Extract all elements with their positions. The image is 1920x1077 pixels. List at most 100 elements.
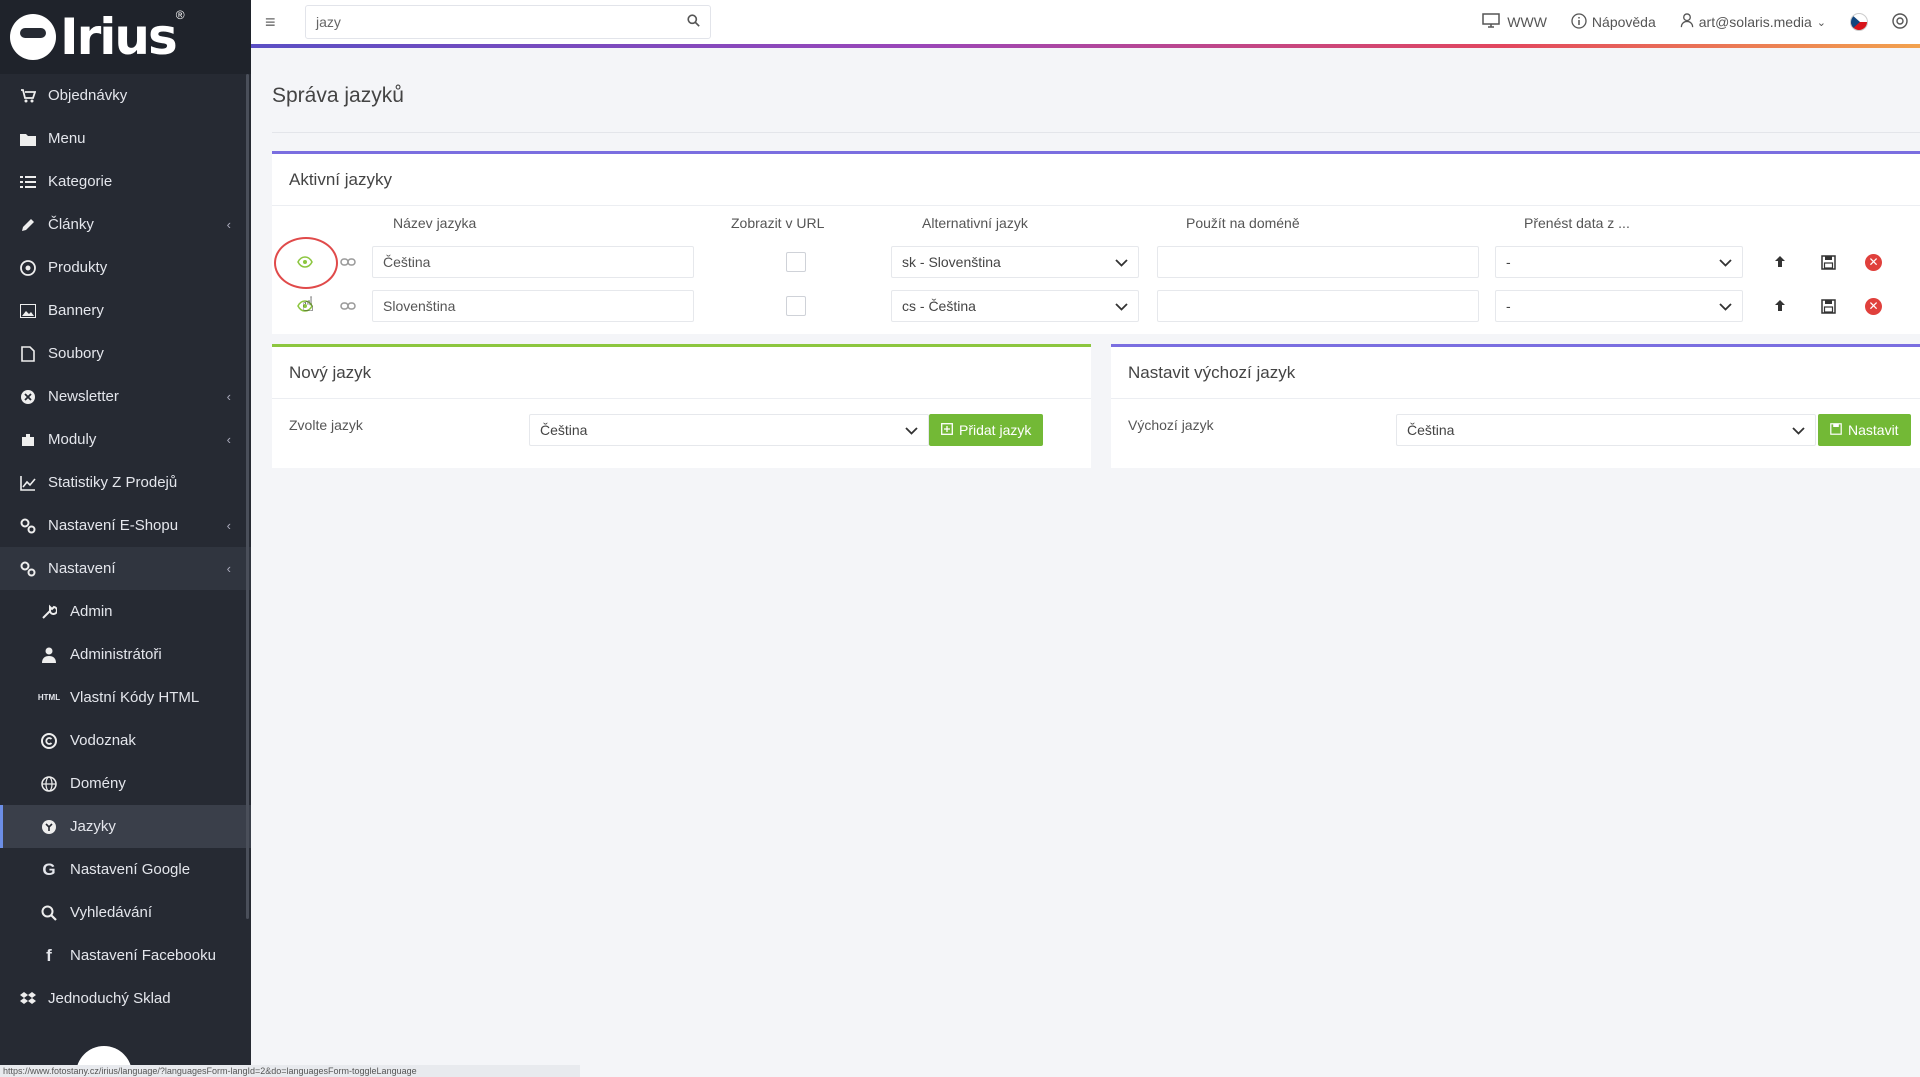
save-icon[interactable] xyxy=(1817,298,1839,314)
search-value: jazy xyxy=(316,14,341,30)
sidebar-item-orders[interactable]: Objednávky xyxy=(0,74,251,117)
sidebar-item-label: Produkty xyxy=(48,259,108,276)
button-label: Přidat jazyk xyxy=(959,422,1032,438)
transfer-icon[interactable] xyxy=(1769,299,1791,313)
sidebar-item-eshop-settings[interactable]: Nastavení E-Shopu ‹ xyxy=(0,504,251,547)
user-icon xyxy=(1680,13,1694,31)
select-value: Čeština xyxy=(540,422,588,438)
transfer-data-select[interactable]: - xyxy=(1495,290,1743,322)
sidebar-item-label: Newsletter xyxy=(48,388,119,405)
monitor-icon xyxy=(1482,12,1502,32)
sidebar-item-label: Objednávky xyxy=(48,87,128,104)
sidebar-item-label: Menu xyxy=(48,130,86,147)
sidebar-item-label: Vodoznak xyxy=(70,732,136,749)
alternative-language-select[interactable]: cs - Čeština xyxy=(891,290,1139,322)
html-icon: HTML xyxy=(37,693,61,702)
button-label: Nastavit xyxy=(1848,422,1899,438)
sidebar-subitem-administrators[interactable]: Administrátoři xyxy=(0,633,251,676)
puzzle-icon xyxy=(18,430,38,450)
sidebar-subitem-domains[interactable]: Domény xyxy=(0,762,251,805)
table-row: Čeština sk - Slovenština - ✕ xyxy=(272,240,1920,284)
column-header: Použít na doméně xyxy=(1186,215,1300,231)
chevron-down-icon xyxy=(1719,254,1732,270)
save-icon[interactable] xyxy=(1817,254,1839,270)
sidebar-subitem-search[interactable]: Vyhledávání xyxy=(0,891,251,934)
search-icon[interactable] xyxy=(687,14,700,30)
search-input[interactable]: jazy xyxy=(305,5,711,39)
select-value: - xyxy=(1506,298,1511,314)
language-name-input[interactable]: Slovenština xyxy=(372,290,694,322)
sidebar-item-settings[interactable]: Nastavení ‹ xyxy=(0,547,251,590)
user-label: art@solaris.media xyxy=(1698,14,1812,30)
sidebar-item-banners[interactable]: Bannery xyxy=(0,289,251,332)
sidebar-subitem-admin[interactable]: Admin xyxy=(0,590,251,633)
help-link[interactable]: Nápověda xyxy=(1571,12,1656,32)
sidebar-item-categories[interactable]: Kategorie xyxy=(0,160,251,203)
active-languages-card: Aktivní jazyky Název jazyka Zobrazit v U… xyxy=(272,151,1920,334)
czech-flag-icon[interactable] xyxy=(1850,13,1868,31)
chevron-left-icon: ‹ xyxy=(226,518,231,533)
logo[interactable]: Irius ® xyxy=(0,0,251,74)
cart-icon xyxy=(18,86,38,106)
link-icon[interactable] xyxy=(338,302,358,310)
card-title: Nový jazyk xyxy=(272,347,1091,399)
sidebar-item-modules[interactable]: Moduly ‹ xyxy=(0,418,251,461)
sidebar-item-label: Jazyky xyxy=(70,818,116,835)
show-in-url-checkbox[interactable] xyxy=(786,296,806,316)
image-icon xyxy=(18,301,38,321)
sidebar-subitem-google[interactable]: G Nastavení Google xyxy=(0,848,251,891)
sidebar-item-simple-stock[interactable]: Jednoduchý Sklad xyxy=(0,977,251,1020)
cogs-icon xyxy=(18,559,38,579)
power-icon[interactable] xyxy=(1892,12,1908,32)
globe-icon xyxy=(40,775,58,793)
save-icon xyxy=(1830,422,1842,438)
copyright-icon xyxy=(40,732,58,750)
chevron-down-icon xyxy=(1115,254,1128,270)
link-icon[interactable] xyxy=(338,258,358,266)
domain-input[interactable] xyxy=(1157,246,1479,278)
sidebar-subitem-html-codes[interactable]: HTML Vlastní Kódy HTML xyxy=(0,676,251,719)
help-label: Nápověda xyxy=(1591,14,1656,30)
table-row: Slovenština cs - Čeština - ✕ xyxy=(272,284,1920,328)
sidebar-item-articles[interactable]: Články ‹ xyxy=(0,203,251,246)
chevron-down-icon xyxy=(1719,298,1732,314)
cogs-icon xyxy=(18,516,38,536)
language-icon xyxy=(40,818,58,836)
sidebar-subitem-languages[interactable]: Jazyky xyxy=(0,805,251,848)
default-language-select[interactable]: Čeština xyxy=(1396,414,1816,446)
info-icon xyxy=(1571,12,1587,32)
choose-language-label: Zvolte jazyk xyxy=(289,417,363,433)
file-icon xyxy=(18,344,38,364)
sidebar-item-products[interactable]: Produkty xyxy=(0,246,251,289)
sidebar-item-files[interactable]: Soubory xyxy=(0,332,251,375)
www-link[interactable]: WWW xyxy=(1482,12,1547,32)
sidebar-item-menu[interactable]: Menu xyxy=(0,117,251,160)
sidebar-item-label: Statistiky Z Prodejů xyxy=(48,474,178,491)
delete-icon[interactable]: ✕ xyxy=(1865,297,1882,315)
set-default-button[interactable]: Nastavit xyxy=(1818,414,1911,446)
show-in-url-checkbox[interactable] xyxy=(786,252,806,272)
language-name-input[interactable]: Čeština xyxy=(372,246,694,278)
card-title: Aktivní jazyky xyxy=(272,154,1920,206)
alternative-language-select[interactable]: sk - Slovenština xyxy=(891,246,1139,278)
sidebar-scrollbar[interactable] xyxy=(246,74,249,919)
hamburger-icon[interactable]: ≡ xyxy=(265,12,305,33)
column-header: Přenést data z ... xyxy=(1524,215,1630,231)
user-menu[interactable]: art@solaris.media ⌄ xyxy=(1680,13,1826,31)
domain-input[interactable] xyxy=(1157,290,1479,322)
sidebar-subitem-facebook[interactable]: f Nastavení Facebooku xyxy=(0,934,251,977)
sidebar-subitem-watermark[interactable]: Vodoznak xyxy=(0,719,251,762)
transfer-icon[interactable] xyxy=(1769,255,1791,269)
chevron-down-icon: ⌄ xyxy=(1816,16,1826,29)
select-value: Čeština xyxy=(1407,422,1455,438)
choose-language-select[interactable]: Čeština xyxy=(529,414,929,446)
search-icon xyxy=(40,904,58,922)
sidebar-nav: Objednávky Menu Kategorie Články ‹ Produ… xyxy=(0,74,251,1020)
transfer-data-select[interactable]: - xyxy=(1495,246,1743,278)
chevron-down-icon xyxy=(1115,298,1128,314)
add-language-button[interactable]: Přidat jazyk xyxy=(929,414,1044,446)
delete-icon[interactable]: ✕ xyxy=(1865,253,1882,271)
sidebar-item-statistics[interactable]: Statistiky Z Prodejů xyxy=(0,461,251,504)
sidebar-item-newsletter[interactable]: Newsletter ‹ xyxy=(0,375,251,418)
sidebar-item-label: Nastavení E-Shopu xyxy=(48,517,179,534)
